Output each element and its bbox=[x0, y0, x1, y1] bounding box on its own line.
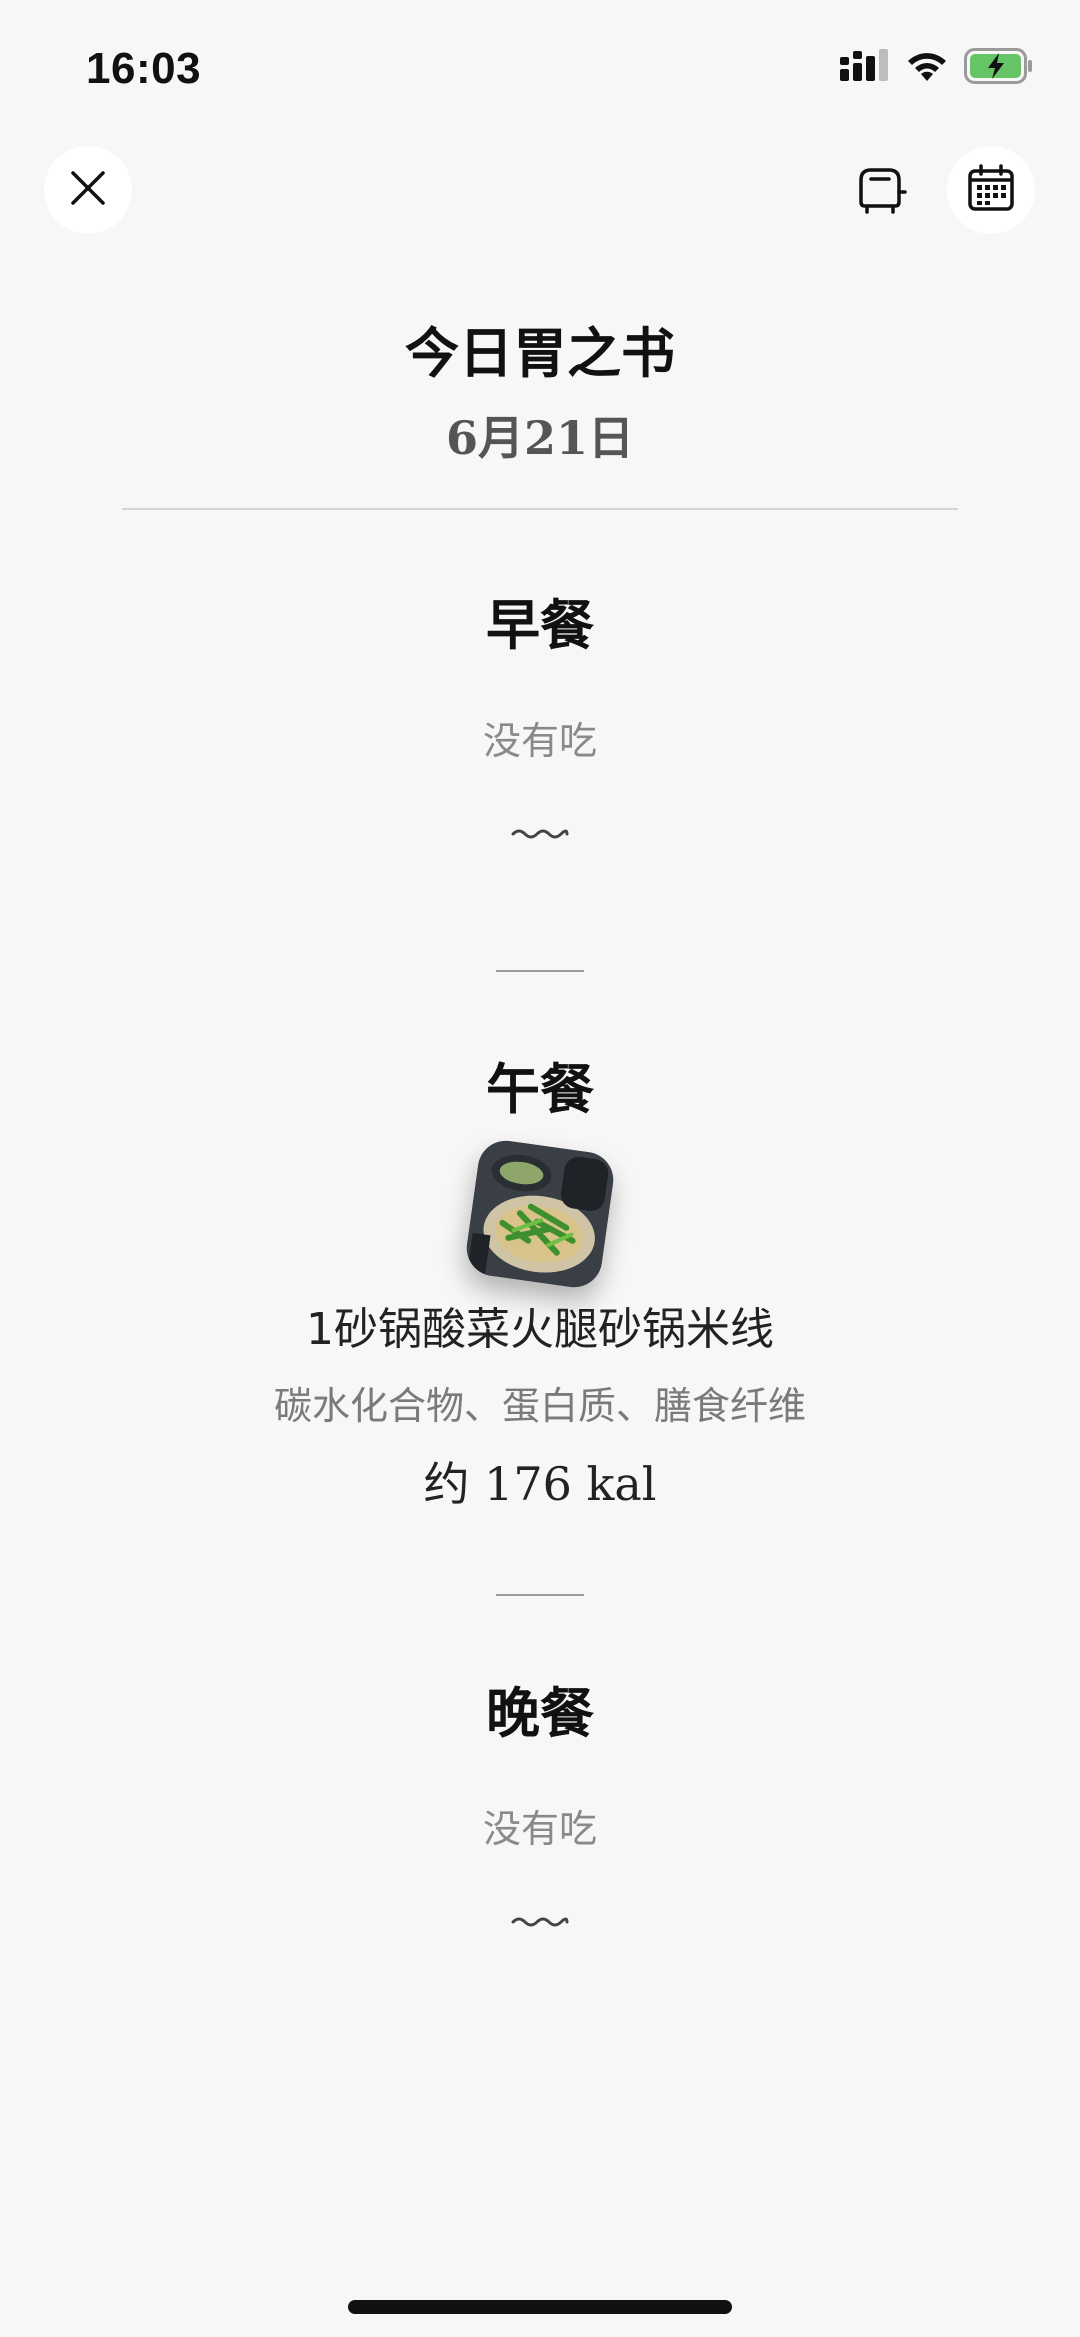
breakfast-empty-text: 没有吃 bbox=[482, 719, 597, 763]
toaster-icon bbox=[853, 166, 907, 219]
calendar-icon bbox=[967, 163, 1015, 217]
food-item-nutrients: 碳水化合物、蛋白质、膳食纤维 bbox=[273, 1384, 806, 1428]
dinner-title: 晚餐 bbox=[486, 1681, 594, 1745]
status-time: 16:03 bbox=[86, 44, 202, 93]
dinner-empty-text: 没有吃 bbox=[482, 1807, 597, 1851]
page-date: 6月21日 bbox=[445, 411, 635, 465]
food-item-calories: 约 176 kal bbox=[423, 1457, 657, 1511]
header-divider bbox=[122, 508, 958, 510]
close-icon bbox=[68, 168, 108, 213]
breakfast-title: 早餐 bbox=[486, 593, 594, 657]
cellular-signal-icon bbox=[840, 49, 890, 83]
close-button[interactable] bbox=[44, 146, 132, 234]
wifi-icon bbox=[904, 49, 950, 83]
wavy-divider-icon bbox=[511, 1917, 569, 1927]
page-title: 今日胃之书 bbox=[405, 321, 675, 385]
food-photo[interactable] bbox=[463, 1137, 617, 1291]
battery-charging-icon bbox=[964, 48, 1034, 84]
section-divider bbox=[496, 970, 584, 972]
food-item-name: 1砂锅酸菜火腿砂锅米线 bbox=[306, 1304, 774, 1355]
home-indicator[interactable] bbox=[348, 2300, 732, 2314]
toaster-button[interactable] bbox=[848, 160, 912, 224]
status-icons bbox=[840, 48, 1034, 84]
lunch-title: 午餐 bbox=[486, 1057, 594, 1121]
section-divider bbox=[496, 1594, 584, 1596]
calendar-button[interactable] bbox=[947, 146, 1035, 234]
wavy-divider-icon bbox=[511, 829, 569, 839]
